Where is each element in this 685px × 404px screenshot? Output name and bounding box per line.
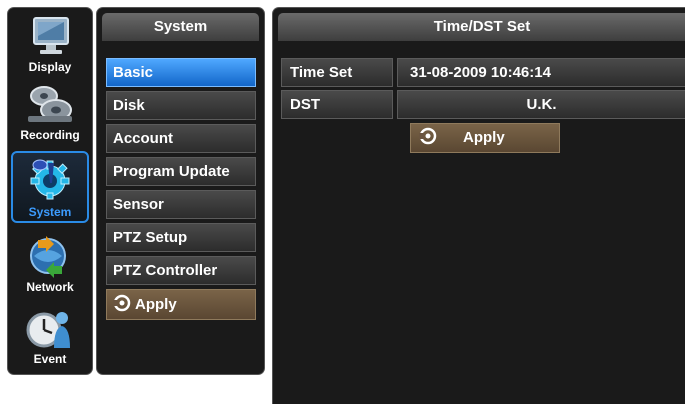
- rail-item-display[interactable]: Display: [11, 10, 89, 76]
- apply-button[interactable]: Apply: [410, 123, 560, 153]
- apply-refresh-icon: [419, 127, 437, 145]
- menu-apply-button[interactable]: Apply: [106, 289, 256, 320]
- system-menu-panel: System Basic Disk Account Program Update…: [96, 7, 265, 375]
- rail-item-event[interactable]: Event: [11, 302, 89, 368]
- rail-item-label: Display: [28, 60, 72, 74]
- time-set-label: Time Set: [281, 58, 393, 87]
- category-rail: Display Recording System Network Event: [7, 7, 93, 375]
- apply-refresh-icon: [113, 294, 131, 312]
- rail-item-label: Event: [33, 352, 67, 366]
- network-arrows-icon: [30, 236, 66, 278]
- dst-select[interactable]: U.K.: [397, 90, 685, 119]
- menu-item-program-update[interactable]: Program Update: [106, 157, 256, 186]
- rail-item-label: Recording: [20, 128, 80, 142]
- menu-title: System: [102, 13, 259, 41]
- panel-title: Time/DST Set: [278, 13, 685, 41]
- menu-item-basic[interactable]: Basic: [106, 58, 256, 87]
- clock-person-icon: [26, 312, 70, 348]
- gear-icon: [30, 159, 70, 200]
- menu-item-ptz-setup[interactable]: PTZ Setup: [106, 223, 256, 252]
- menu-item-account[interactable]: Account: [106, 124, 256, 153]
- monitor-icon: [33, 17, 69, 54]
- time-dst-panel: Time/DST Set Time Set 31-08-2009 10:46:1…: [272, 7, 685, 404]
- dst-label: DST: [281, 90, 393, 119]
- rail-item-label: Network: [26, 280, 74, 294]
- rail-item-label: System: [28, 205, 72, 219]
- time-set-field[interactable]: 31-08-2009 10:46:14: [397, 58, 685, 87]
- apply-label: Apply: [135, 296, 177, 313]
- rail-item-system[interactable]: System: [11, 151, 89, 223]
- menu-item-sensor[interactable]: Sensor: [106, 190, 256, 219]
- apply-label: Apply: [463, 129, 505, 146]
- rail-item-recording[interactable]: Recording: [11, 78, 89, 144]
- menu-item-disk[interactable]: Disk: [106, 91, 256, 120]
- film-reels-icon: [28, 86, 72, 122]
- rail-item-network[interactable]: Network: [11, 230, 89, 296]
- menu-item-ptz-controller[interactable]: PTZ Controller: [106, 256, 256, 285]
